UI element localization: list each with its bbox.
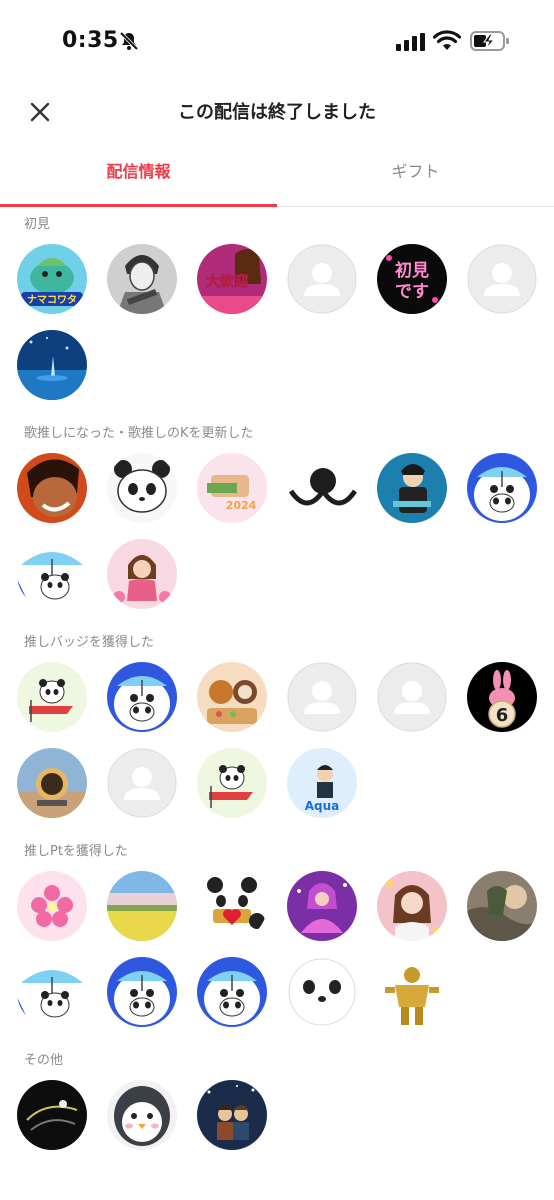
tab-gifts[interactable]: ギフト	[277, 146, 554, 206]
user-avatar[interactable]	[287, 453, 357, 523]
user-avatar[interactable]	[17, 330, 87, 400]
status-bar: 0:35	[0, 0, 554, 80]
user-avatar[interactable]	[287, 957, 357, 1027]
user-avatar[interactable]	[107, 1080, 177, 1150]
user-avatar[interactable]	[107, 957, 177, 1027]
user-avatar[interactable]	[107, 662, 177, 732]
tab-stream-info[interactable]: 配信情報	[0, 146, 277, 206]
user-avatar[interactable]	[107, 244, 177, 314]
default-avatar-icon[interactable]	[467, 244, 537, 314]
user-avatar[interactable]	[17, 871, 87, 941]
svg-text:Aqua: Aqua	[305, 799, 340, 813]
user-avatar[interactable]	[197, 662, 267, 732]
user-avatar[interactable]: 大歓迎	[197, 244, 267, 314]
battery-icon	[470, 31, 509, 51]
svg-text:ナマコワタ: ナマコワタ	[27, 294, 77, 306]
default-avatar-icon[interactable]	[287, 662, 357, 732]
user-avatar[interactable]	[17, 748, 87, 818]
tab-bar: 配信情報 ギフト	[0, 146, 554, 207]
page-title: この配信は終了しました	[178, 102, 376, 123]
user-avatar[interactable]	[17, 662, 87, 732]
user-avatar[interactable]	[197, 957, 267, 1027]
user-avatar[interactable]	[467, 871, 537, 941]
header: この配信は終了しました	[0, 80, 554, 144]
section-label-song-oshi: 歌推しになった・歌推しのKを更新した	[24, 426, 254, 441]
svg-text:2024: 2024	[226, 499, 257, 512]
svg-text:初見: 初見	[395, 260, 429, 281]
default-avatar-icon[interactable]	[377, 662, 447, 732]
svg-text:です: です	[395, 282, 429, 302]
status-time: 0:35	[62, 28, 119, 53]
user-avatar[interactable]: 6	[467, 662, 537, 732]
tab-active-indicator	[0, 204, 277, 207]
section-label-other: その他	[24, 1053, 64, 1068]
bell-off-icon	[119, 31, 139, 51]
user-avatar[interactable]	[467, 453, 537, 523]
user-avatar[interactable]	[17, 1080, 87, 1150]
section-label-oshi-badge: 推しバッジを獲得した	[24, 635, 155, 650]
wifi-icon	[433, 30, 461, 50]
section-label-first-time: 初見	[24, 217, 51, 232]
user-avatar[interactable]	[197, 1080, 267, 1150]
user-avatar[interactable]	[197, 748, 267, 818]
svg-text:6: 6	[496, 705, 509, 726]
default-avatar-icon[interactable]	[287, 244, 357, 314]
user-avatar[interactable]	[107, 453, 177, 523]
default-avatar-icon[interactable]	[107, 748, 177, 818]
user-avatar[interactable]: ナマコワタ	[17, 244, 87, 314]
user-avatar[interactable]	[287, 871, 357, 941]
user-avatar[interactable]: Aqua	[287, 748, 357, 818]
user-avatar[interactable]	[377, 957, 447, 1027]
user-avatar[interactable]	[377, 871, 447, 941]
user-avatar[interactable]	[377, 453, 447, 523]
user-avatar[interactable]: 2024	[197, 453, 267, 523]
signal-icon	[396, 33, 425, 51]
user-avatar[interactable]	[17, 539, 87, 609]
user-avatar[interactable]	[107, 539, 177, 609]
user-avatar[interactable]	[107, 871, 177, 941]
user-avatar[interactable]	[197, 871, 267, 941]
user-avatar[interactable]: 初見 です	[377, 244, 447, 314]
section-label-oshi-pt: 推しPtを獲得した	[24, 844, 128, 859]
svg-text:大歓迎: 大歓迎	[206, 273, 248, 290]
user-avatar[interactable]	[17, 453, 87, 523]
user-avatar[interactable]	[17, 957, 87, 1027]
